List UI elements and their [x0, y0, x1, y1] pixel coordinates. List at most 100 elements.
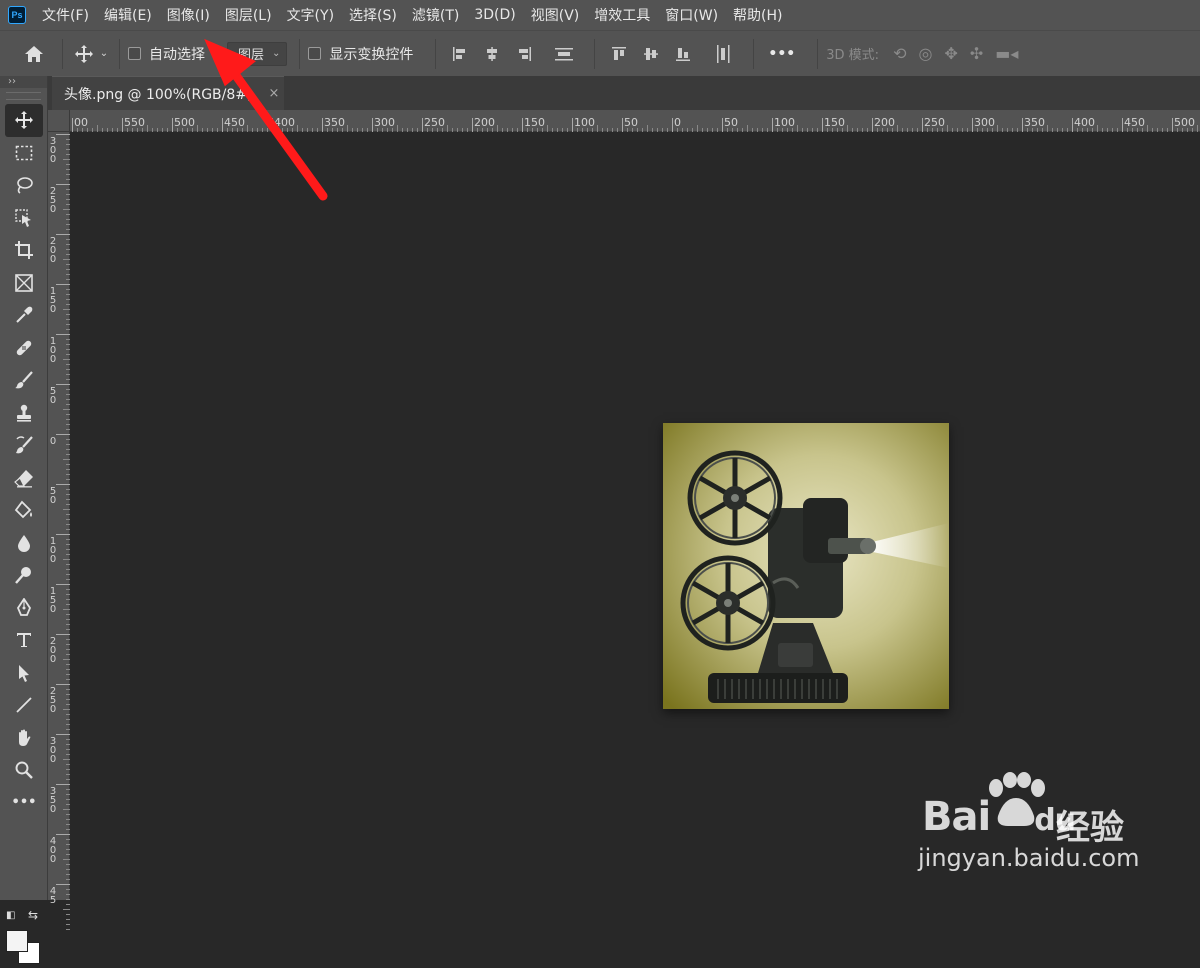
slide-3d-icon[interactable]: ✣	[970, 44, 983, 63]
tool-preset-chevron-icon[interactable]: ⌄	[97, 48, 111, 59]
align-left-edges-icon[interactable]	[446, 40, 474, 68]
menu-plugins[interactable]: 增效工具	[594, 5, 650, 25]
move-tool-icon[interactable]	[5, 104, 43, 137]
default-colors-icon[interactable]: ◧	[6, 910, 15, 921]
document-tab[interactable]: 头像.png @ 100%(RGB/8#) ×	[52, 76, 284, 110]
ruler-minor-tick	[63, 509, 70, 510]
video-camera-icon[interactable]: ▬◂	[995, 44, 1018, 63]
menu-type[interactable]: 文字(Y)	[287, 5, 334, 25]
healing-brush-tool-icon[interactable]	[5, 332, 43, 365]
align-top-edges-icon[interactable]	[605, 40, 633, 68]
ruler-minor-tick	[66, 919, 70, 920]
menu-3d[interactable]: 3D(D)	[474, 7, 515, 23]
ruler-tick-label: 450	[224, 116, 245, 129]
auto-select-target-dropdown[interactable]: 图层 ⌄	[227, 41, 288, 66]
menu-window[interactable]: 窗口(W)	[665, 5, 718, 25]
distribute-vertical-centers-icon[interactable]	[550, 40, 578, 68]
menu-select[interactable]: 选择(S)	[349, 5, 397, 25]
eyedropper-tool-icon[interactable]	[5, 299, 43, 332]
ruler-tick-label: 1 5 0	[49, 286, 57, 315]
color-swatches: ◧ ⇆	[4, 908, 44, 968]
menu-file[interactable]: 文件(F)	[42, 5, 89, 25]
panel-grip[interactable]	[6, 92, 41, 100]
line-tool-icon[interactable]	[5, 689, 43, 722]
menu-help[interactable]: 帮助(H)	[733, 5, 782, 25]
home-icon[interactable]	[14, 44, 54, 64]
align-vertical-centers-icon[interactable]	[637, 40, 665, 68]
type-tool-icon[interactable]	[5, 624, 43, 657]
ruler-tick-label: 4 0 0	[49, 836, 57, 865]
ruler-minor-tick	[147, 125, 148, 132]
ruler-tick	[56, 634, 70, 635]
ruler-tick	[1172, 118, 1173, 132]
show-transform-label: 显示变换控件	[329, 46, 414, 63]
eraser-tool-icon[interactable]	[5, 462, 43, 495]
ruler-tick-label: 1 0 0	[49, 536, 57, 565]
zoom-tool-icon[interactable]	[5, 754, 43, 787]
history-brush-tool-icon[interactable]	[5, 429, 43, 462]
document-image-projector[interactable]	[663, 423, 949, 709]
orbit-3d-icon[interactable]: ⟲	[893, 44, 906, 63]
menu-layer[interactable]: 图层(L)	[225, 5, 272, 25]
ruler-minor-tick	[97, 125, 98, 132]
paint-bucket-tool-icon[interactable]	[5, 494, 43, 527]
ruler-tick-label: 1 0 0	[49, 336, 57, 365]
menu-edit[interactable]: 编辑(E)	[104, 5, 152, 25]
ruler-origin[interactable]	[48, 110, 70, 132]
vertical-ruler[interactable]: 3 0 0 2 5 0 2 0 0 1 5 0 1 0 0 5 0 0 5 0 1 0 0 1 5…	[48, 132, 70, 930]
options-bar: ⌄ 自动选择 图层 ⌄ 显示变换控件 ••• 3D 模式: ⟲ ◎ ✥ ✣ ▬◂	[0, 30, 1200, 76]
foreground-color-swatch[interactable]	[6, 930, 28, 952]
close-tab-icon[interactable]: ×	[268, 86, 279, 101]
frame-tool-icon[interactable]	[5, 267, 43, 300]
show-transform-checkbox[interactable]	[308, 47, 322, 60]
ruler-tick	[1022, 118, 1023, 132]
ruler-minor-tick	[397, 125, 398, 132]
collapse-panel-icon[interactable]: ››	[0, 76, 47, 88]
menu-filter[interactable]: 滤镜(T)	[412, 5, 459, 25]
path-select-tool-icon[interactable]	[5, 657, 43, 690]
ruler-tick-label: 5 0	[49, 386, 57, 406]
ruler-tick	[472, 118, 473, 132]
distribute-horizontal-centers-icon[interactable]	[709, 40, 737, 68]
divider	[299, 38, 301, 69]
pen-tool-icon[interactable]	[5, 592, 43, 625]
ruler-minor-tick	[66, 904, 70, 905]
ruler-tick-label: 0	[674, 116, 681, 129]
ruler-tick-label: 150	[524, 116, 545, 129]
ruler-minor-tick	[66, 929, 70, 930]
more-tools-icon[interactable]: •••	[5, 787, 43, 820]
move-tool-icon[interactable]	[71, 44, 97, 64]
marquee-tool-icon[interactable]	[5, 137, 43, 170]
auto-select-label: 自动选择	[149, 46, 205, 63]
pan-3d-icon[interactable]: ✥	[944, 44, 957, 63]
horizontal-ruler[interactable]: 00 550 500 450 400 350 300 250 200 150 100 50 0 50 100…	[70, 110, 1200, 132]
ruler-minor-tick	[597, 125, 598, 132]
ruler-minor-tick	[63, 309, 70, 310]
auto-select-checkbox[interactable]	[128, 47, 141, 60]
ruler-tick	[56, 384, 70, 385]
ruler-minor-tick	[197, 125, 198, 132]
lasso-tool-icon[interactable]	[5, 169, 43, 202]
align-right-edges-icon[interactable]	[510, 40, 538, 68]
swap-colors-icon[interactable]: ⇆	[28, 908, 38, 922]
object-select-tool-icon[interactable]	[5, 202, 43, 235]
roll-3d-icon[interactable]: ◎	[918, 44, 932, 63]
ruler-minor-tick	[897, 125, 898, 132]
blur-tool-icon[interactable]	[5, 527, 43, 560]
menu-view[interactable]: 视图(V)	[531, 5, 580, 25]
crop-tool-icon[interactable]	[5, 234, 43, 267]
clone-stamp-tool-icon[interactable]	[5, 397, 43, 430]
dodge-tool-icon[interactable]	[5, 559, 43, 592]
menu-image[interactable]: 图像(I)	[167, 5, 210, 25]
divider	[817, 38, 819, 69]
ruler-tick	[72, 118, 73, 132]
divider	[594, 38, 596, 69]
more-options-button[interactable]: •••	[768, 46, 795, 62]
ruler-minor-tick	[997, 125, 998, 132]
hand-tool-icon[interactable]	[5, 722, 43, 755]
ruler-tick	[872, 118, 873, 132]
align-horizontal-centers-icon[interactable]	[478, 40, 506, 68]
align-bottom-edges-icon[interactable]	[669, 40, 697, 68]
brush-tool-icon[interactable]	[5, 364, 43, 397]
ruler-minor-tick	[647, 125, 648, 132]
